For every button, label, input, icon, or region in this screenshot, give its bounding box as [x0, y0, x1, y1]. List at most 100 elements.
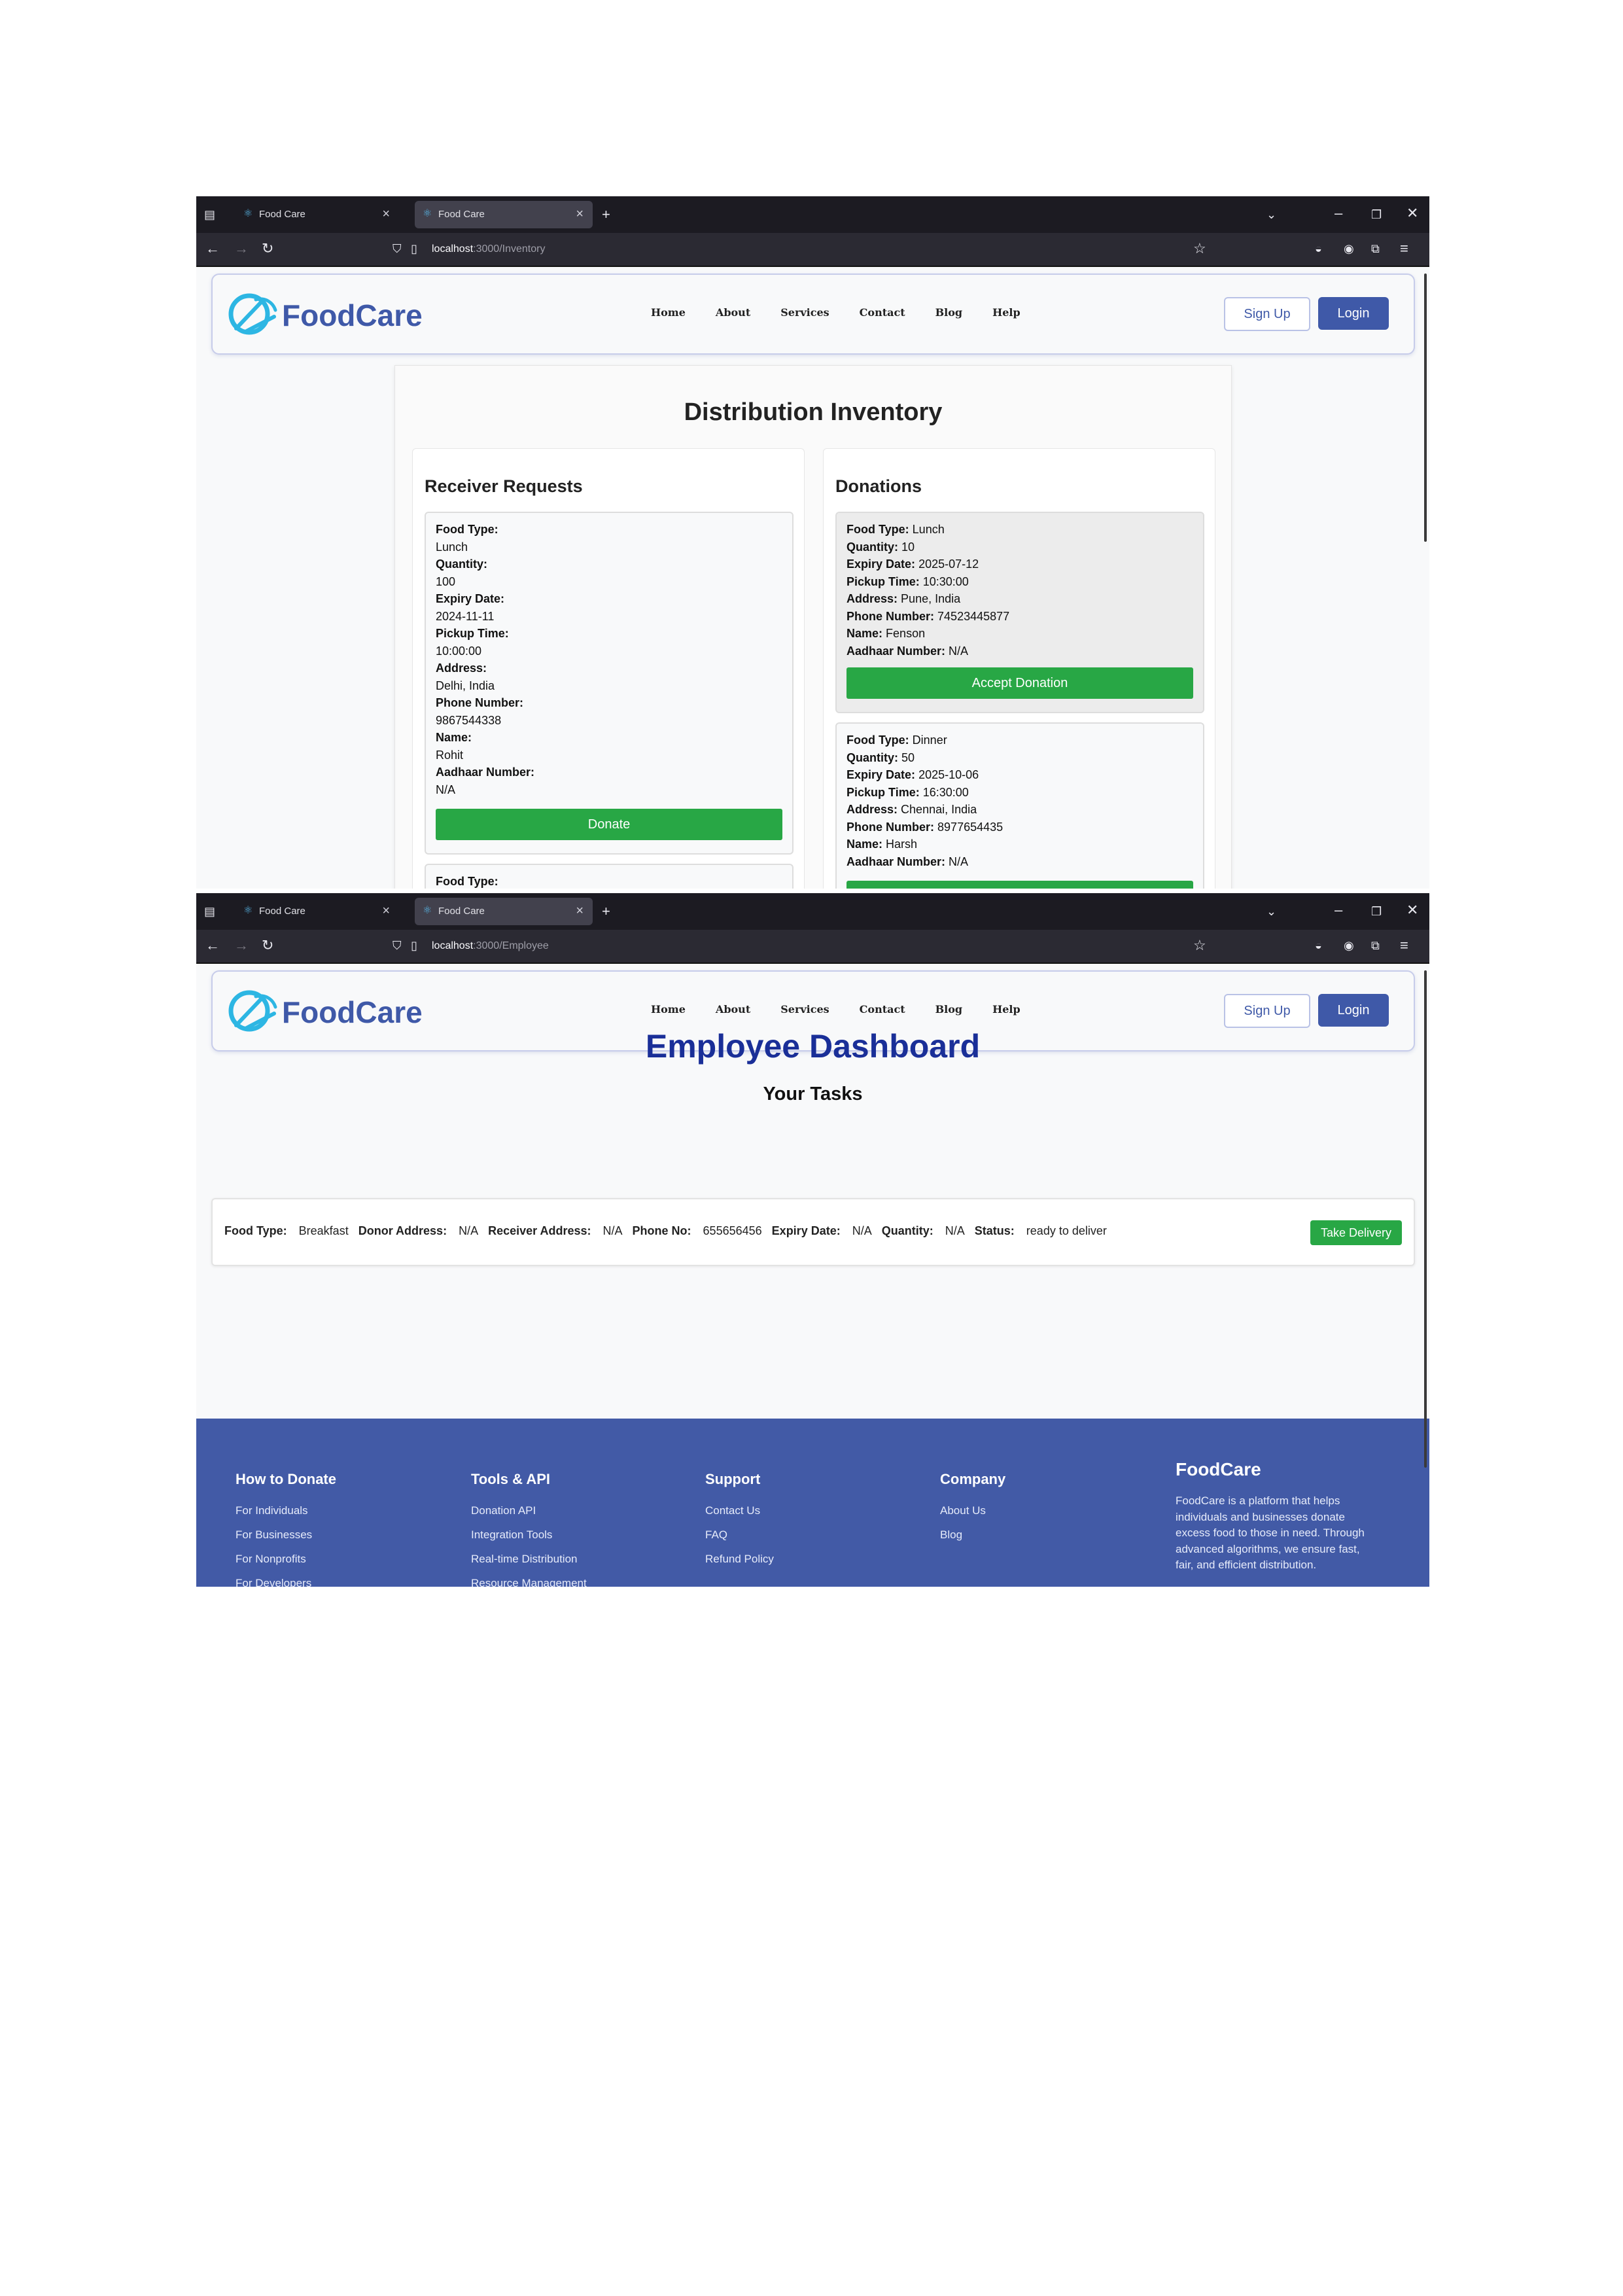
footer-link[interactable]: FAQ [705, 1523, 774, 1547]
reload-icon[interactable]: ↻ [262, 241, 273, 256]
back-icon[interactable]: ← [205, 938, 220, 953]
restore-icon[interactable]: ❐ [1371, 207, 1382, 222]
nav-home[interactable]: Home [651, 1003, 686, 1016]
donate-button[interactable]: Donate [436, 809, 782, 840]
bookmark-star-icon[interactable]: ☆ [1193, 241, 1206, 256]
footer-link[interactable]: For Businesses [236, 1523, 336, 1547]
reload-icon[interactable]: ↻ [262, 938, 273, 953]
restore-icon[interactable]: ❐ [1371, 904, 1382, 919]
footer-link[interactable]: Real-time Distribution [471, 1547, 587, 1571]
react-favicon-icon: ⚛ [243, 208, 253, 219]
nav-contact[interactable]: Contact [860, 1003, 905, 1016]
donation-card: Food Type: Lunch Quantity: 10 Expiry Dat… [835, 512, 1204, 713]
close-tab-icon[interactable]: × [382, 904, 390, 917]
footer-column: How to Donate For Individuals For Busine… [236, 1471, 336, 1587]
close-tab-icon[interactable]: × [382, 207, 390, 221]
field-label: Food Type: [224, 1224, 287, 1237]
accept-donation-button[interactable]: Accept Donation [846, 667, 1193, 699]
take-delivery-button[interactable]: Take Delivery [1310, 1220, 1402, 1245]
address-bar[interactable]: localhost:3000/Inventory [432, 243, 545, 256]
accept-donation-button[interactable] [846, 881, 1193, 889]
nav-services[interactable]: Services [780, 306, 829, 319]
field-row: Pickup Time: 10:30:00 [846, 574, 969, 588]
signup-button[interactable]: Sign Up [1224, 994, 1310, 1028]
receiver-requests-column: Receiver Requests Food Type: Lunch Quant… [412, 448, 805, 889]
minimize-icon[interactable]: – [1335, 205, 1342, 221]
browser-tab-active[interactable]: ⚛ Food Care × [415, 201, 593, 228]
footer-link[interactable]: Contact Us [705, 1498, 774, 1523]
field-label: Receiver Address: [488, 1224, 591, 1237]
page-icon: ▯ [411, 242, 417, 255]
task-card: Food Type: Breakfast Donor Address: N/A Re… [211, 1198, 1415, 1266]
extensions-icon[interactable]: ⧉ [1371, 938, 1380, 953]
account-icon[interactable]: ◉ [1344, 241, 1354, 256]
footer-link[interactable]: Donation API [471, 1498, 587, 1523]
forward-icon[interactable]: → [234, 938, 249, 953]
field-label: Food Type: [436, 523, 498, 536]
login-button[interactable]: Login [1318, 994, 1389, 1027]
main-nav: Home About Services Contact Blog Help [651, 306, 1051, 319]
field-row: Name: Harsh [846, 838, 918, 851]
nav-about[interactable]: About [716, 306, 750, 319]
footer-link[interactable]: About Us [940, 1498, 1005, 1523]
tab-overview-icon[interactable]: ▤ [204, 207, 215, 222]
footer-link[interactable]: For Individuals [236, 1498, 336, 1523]
footer-brand: FoodCare FoodCare is a platform that hel… [1176, 1459, 1372, 1574]
browser-tab[interactable]: ⚛ Food Care × [236, 201, 399, 228]
section-title: Receiver Requests [425, 476, 583, 496]
bookmark-star-icon[interactable]: ☆ [1193, 938, 1206, 953]
pocket-icon[interactable]: ◒ [1315, 938, 1322, 953]
nav-help[interactable]: Help [992, 306, 1021, 319]
page-title: Distribution Inventory [684, 398, 943, 426]
close-tab-icon[interactable]: × [576, 904, 584, 917]
react-favicon-icon: ⚛ [423, 905, 432, 916]
nav-blog[interactable]: Blog [935, 306, 962, 319]
close-tab-icon[interactable]: × [576, 207, 584, 221]
nav-services[interactable]: Services [780, 1003, 829, 1016]
shield-icon[interactable]: ⛉ [393, 241, 402, 256]
browser-tab-active[interactable]: ⚛ Food Care × [415, 898, 593, 925]
menu-icon[interactable]: ≡ [1400, 241, 1408, 256]
footer-link[interactable]: For Developers [236, 1571, 336, 1587]
nav-about[interactable]: About [716, 1003, 750, 1016]
footer-link[interactable]: Refund Policy [705, 1547, 774, 1571]
list-tabs-chevron-icon[interactable]: ⌄ [1266, 207, 1276, 222]
tab-overview-icon[interactable]: ▤ [204, 904, 215, 919]
employee-screenshot: ▤ ⚛ Food Care × ⚛ Food Care × + ⌄ – ❐ ✕ … [196, 893, 1429, 1587]
address-bar[interactable]: localhost:3000/Employee [432, 940, 549, 953]
close-window-icon[interactable]: ✕ [1406, 205, 1418, 221]
browser-tab[interactable]: ⚛ Food Care × [236, 898, 399, 925]
scrollbar[interactable] [1424, 970, 1427, 1468]
field-row: Expiry Date: 2025-10-06 [846, 768, 979, 781]
logo-text: FoodCare [282, 298, 423, 332]
menu-icon[interactable]: ≡ [1400, 938, 1408, 953]
account-icon[interactable]: ◉ [1344, 938, 1354, 953]
extensions-icon[interactable]: ⧉ [1371, 241, 1380, 256]
pocket-icon[interactable]: ◒ [1315, 241, 1322, 256]
shield-icon[interactable]: ⛉ [393, 938, 402, 953]
close-window-icon[interactable]: ✕ [1406, 902, 1418, 918]
field-label: Name: [436, 731, 472, 744]
back-icon[interactable]: ← [205, 241, 220, 256]
nav-home[interactable]: Home [651, 306, 686, 319]
login-button[interactable]: Login [1318, 297, 1389, 330]
nav-blog[interactable]: Blog [935, 1003, 962, 1016]
browser-tab-bar: ▤ ⚛ Food Care × ⚛ Food Care × + ⌄ – ❐ ✕ [196, 196, 1429, 233]
field-row: Name: Fenson [846, 627, 926, 640]
list-tabs-chevron-icon[interactable]: ⌄ [1266, 904, 1276, 919]
footer-link[interactable]: Integration Tools [471, 1523, 587, 1547]
footer-link[interactable]: Blog [940, 1523, 1005, 1547]
browser-tab-bar: ▤ ⚛ Food Care × ⚛ Food Care × + ⌄ – ❐ ✕ [196, 893, 1429, 930]
nav-contact[interactable]: Contact [860, 306, 905, 319]
new-tab-icon[interactable]: + [602, 207, 610, 222]
footer-link[interactable]: Resource Management [471, 1571, 587, 1587]
new-tab-icon[interactable]: + [602, 904, 610, 919]
forward-icon[interactable]: → [234, 241, 249, 256]
footer-link[interactable]: For Nonprofits [236, 1547, 336, 1571]
minimize-icon[interactable]: – [1335, 902, 1342, 918]
react-favicon-icon: ⚛ [423, 208, 432, 219]
scrollbar[interactable] [1424, 274, 1427, 542]
field-row: Address: Pune, India [846, 592, 961, 605]
nav-help[interactable]: Help [992, 1003, 1021, 1016]
signup-button[interactable]: Sign Up [1224, 297, 1310, 331]
